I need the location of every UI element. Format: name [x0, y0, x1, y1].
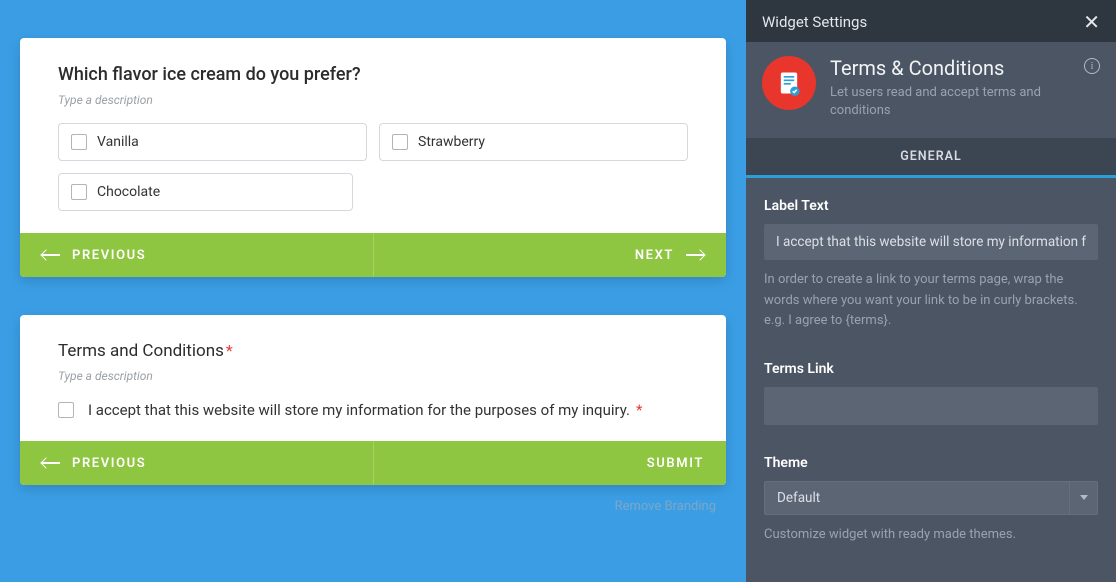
terms-accept-row[interactable]: I accept that this website will store my… [58, 401, 688, 419]
checkbox-icon[interactable] [58, 402, 74, 418]
option-label: Vanilla [97, 134, 139, 150]
tab-general[interactable]: GENERAL [746, 138, 1116, 178]
select-caret-button[interactable] [1070, 481, 1098, 515]
terms-title: Terms and Conditions [58, 341, 224, 361]
field-label: Terms Link [764, 361, 1098, 377]
option-strawberry[interactable]: Strawberry [379, 123, 688, 161]
option-chocolate[interactable]: Chocolate [58, 173, 353, 211]
help-text: In order to create a link to your terms … [764, 270, 1098, 330]
field-terms-link: Terms Link [764, 361, 1098, 425]
settings-body: Label Text In order to create a link to … [746, 178, 1116, 582]
remove-branding-link[interactable]: Remove Branding [20, 485, 726, 514]
sidebar-title: Widget Settings [762, 13, 867, 31]
checkbox-icon[interactable] [71, 134, 87, 150]
terms-accept-text: I accept that this website will store my… [88, 401, 630, 419]
theme-selected-value: Default [777, 490, 820, 506]
document-icon [775, 69, 803, 97]
field-label-text: Label Text In order to create a link to … [764, 198, 1098, 330]
question-title: Which flavor ice cream do you prefer? [58, 64, 688, 85]
previous-button[interactable]: PREVIOUS [20, 233, 374, 277]
question-card-terms: Terms and Conditions* Type a description… [20, 315, 726, 485]
field-label: Theme [764, 455, 1098, 471]
widget-info-block: Terms & Conditions Let users read and ac… [746, 42, 1116, 138]
arrow-right-icon [686, 254, 704, 256]
arrow-left-icon [42, 254, 60, 256]
sidebar-header: Widget Settings ✕ [746, 0, 1116, 42]
option-label: Chocolate [97, 184, 160, 200]
terms-link-input[interactable] [764, 387, 1098, 425]
widget-settings-panel: Widget Settings ✕ Terms & Conditions Let… [746, 0, 1116, 582]
chevron-down-icon [1080, 495, 1088, 500]
help-text: Customize widget with ready made themes. [764, 525, 1098, 545]
required-mark: * [226, 341, 233, 360]
terms-widget-icon [762, 56, 816, 110]
required-mark: * [636, 401, 642, 419]
button-label: PREVIOUS [72, 248, 146, 263]
button-label: NEXT [635, 248, 674, 263]
previous-button[interactable]: PREVIOUS [20, 441, 374, 485]
close-icon[interactable]: ✕ [1083, 12, 1100, 32]
widget-subtitle: Let users read and accept terms and cond… [830, 84, 1100, 120]
option-label: Strawberry [418, 134, 485, 150]
button-label: SUBMIT [647, 456, 704, 471]
question-description-placeholder[interactable]: Type a description [58, 93, 688, 107]
field-label: Label Text [764, 198, 1098, 214]
checkbox-icon[interactable] [71, 184, 87, 200]
info-icon[interactable]: i [1084, 58, 1100, 74]
next-button[interactable]: NEXT [374, 233, 727, 277]
checkbox-icon[interactable] [392, 134, 408, 150]
field-theme: Theme Default Customize widget with read… [764, 455, 1098, 545]
label-text-input[interactable] [764, 224, 1098, 260]
option-vanilla[interactable]: Vanilla [58, 123, 367, 161]
terms-description-placeholder[interactable]: Type a description [58, 369, 688, 383]
button-label: PREVIOUS [72, 456, 146, 471]
arrow-left-icon [42, 462, 60, 464]
form-canvas: Which flavor ice cream do you prefer? Ty… [0, 0, 746, 582]
theme-select[interactable]: Default [764, 481, 1070, 515]
widget-title: Terms & Conditions [830, 56, 1100, 80]
question-card-1: Which flavor ice cream do you prefer? Ty… [20, 38, 726, 277]
submit-button[interactable]: SUBMIT [374, 441, 727, 485]
